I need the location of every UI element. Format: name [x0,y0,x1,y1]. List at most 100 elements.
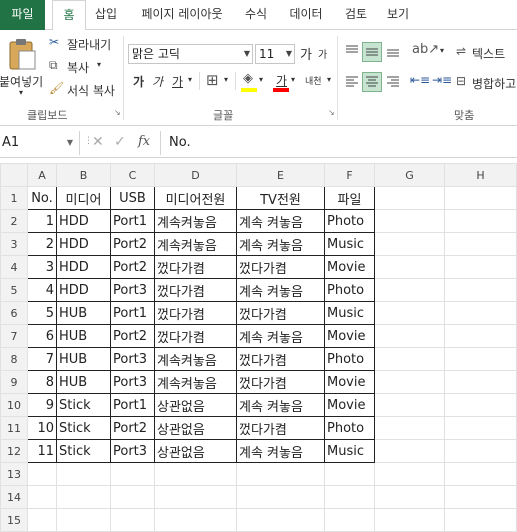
cell[interactable]: Photo [324,278,375,302]
cell[interactable]: 껐다가켬 [236,416,325,440]
merge-center-button[interactable]: ⊟ 병합하고 [455,72,517,92]
phonetic-button[interactable]: 내천 [305,74,322,87]
cell[interactable]: Music [324,301,375,325]
cell[interactable] [444,393,517,417]
format-painter-button[interactable]: 🖌 서식 복사 [48,80,123,98]
cell[interactable]: HUB [56,347,111,371]
cell[interactable]: 껐다가켬 [236,255,325,279]
cell[interactable]: 8 [27,370,57,394]
cell[interactable]: Port2 [110,255,155,279]
cell[interactable]: 껐다가켬 [236,347,325,371]
header-cell[interactable]: No. [27,186,57,210]
tab-file[interactable]: 파일 [0,0,45,30]
fill-color-button[interactable]: ◈ [240,70,258,92]
header-cell[interactable]: 파일 [324,186,375,210]
align-top-icon[interactable] [343,42,361,60]
wrap-text-button[interactable]: ⇌ 텍스트 [455,42,517,62]
column-header[interactable]: G [374,163,445,187]
cell[interactable] [154,485,237,509]
cell[interactable] [27,508,57,532]
cell[interactable]: 상관없음 [154,416,237,440]
cell[interactable]: 4 [27,278,57,302]
cell[interactable] [444,324,517,348]
decrease-indent-icon[interactable]: ⇤≡ [410,73,430,87]
cell[interactable]: 상관없음 [154,439,237,463]
row-header[interactable]: 4 [0,255,28,279]
cell[interactable]: 6 [27,324,57,348]
tab-formulas[interactable]: 수식 [238,0,274,30]
cell[interactable] [56,508,111,532]
cell[interactable] [236,462,325,486]
cell[interactable]: 계속 켜놓음 [236,278,325,302]
row-header[interactable]: 8 [0,347,28,371]
cell[interactable]: Movie [324,324,375,348]
row-header[interactable]: 11 [0,416,28,440]
font-color-button[interactable]: 가 [272,70,290,92]
cell[interactable] [27,485,57,509]
orientation-icon[interactable]: ab↗ [412,42,439,57]
cell[interactable]: Port2 [110,232,155,256]
cell[interactable] [374,255,445,279]
tab-review[interactable]: 검토 [338,0,374,30]
align-left-icon[interactable] [343,73,361,91]
cell[interactable] [374,301,445,325]
cell[interactable] [374,209,445,233]
cell[interactable]: HDD [56,278,111,302]
column-header[interactable]: B [56,163,111,187]
cell[interactable] [374,324,445,348]
underline-button[interactable]: 가 [172,73,183,90]
cell[interactable] [374,393,445,417]
font-name-select[interactable]: 맑은 고딕 ▼ [128,44,253,64]
cell[interactable]: HUB [56,324,111,348]
cell[interactable]: Music [324,232,375,256]
insert-function-icon[interactable]: fx [138,134,150,149]
cell[interactable] [444,462,517,486]
cell[interactable] [374,508,445,532]
cell[interactable]: 3 [27,255,57,279]
row-header[interactable]: 6 [0,301,28,325]
cell[interactable] [444,416,517,440]
align-middle-icon[interactable] [362,42,382,62]
tab-insert[interactable]: 삽입 [88,0,124,30]
cell[interactable] [374,370,445,394]
cell[interactable]: HUB [56,301,111,325]
cell[interactable] [324,485,375,509]
header-cell[interactable]: USB [110,186,155,210]
cell[interactable]: 1 [27,209,57,233]
cell[interactable]: 계속 켜놓음 [236,439,325,463]
cell[interactable]: 계속 켜놓음 [236,393,325,417]
cell[interactable]: Photo [324,209,375,233]
copy-button[interactable]: ⧉ 복사 ▾ [48,57,118,75]
cell[interactable]: 껐다가켬 [236,370,325,394]
bold-button[interactable]: 가 [133,73,144,90]
borders-icon[interactable]: ⊞ [206,71,219,89]
tab-page-layout[interactable]: 페이지 레이아웃 [132,0,232,30]
row-header[interactable]: 1 [0,186,28,210]
cell[interactable] [374,278,445,302]
cell[interactable]: 껐다가켬 [154,255,237,279]
cell[interactable]: Photo [324,347,375,371]
cell[interactable] [154,462,237,486]
row-header[interactable]: 9 [0,370,28,394]
tab-home[interactable]: 홈 [52,0,86,31]
cell[interactable]: HDD [56,255,111,279]
row-header[interactable]: 5 [0,278,28,302]
cell[interactable]: 계속켜놓음 [154,347,237,371]
cell[interactable] [444,255,517,279]
cell[interactable]: Stick [56,393,111,417]
cell[interactable]: 계속켜놓음 [154,370,237,394]
cell[interactable]: 계속 켜놓음 [236,324,325,348]
cell[interactable]: HDD [56,232,111,256]
shrink-font-button[interactable]: 가 [318,46,327,61]
cell[interactable]: 껐다가켬 [154,278,237,302]
cell[interactable] [374,485,445,509]
cell[interactable]: 9 [27,393,57,417]
tab-view[interactable]: 보기 [380,0,416,30]
enter-icon[interactable]: ✓ [114,134,126,150]
cell[interactable]: 계속 켜놓음 [236,209,325,233]
align-bottom-icon[interactable] [384,42,402,60]
header-cell[interactable]: 미디어전원 [154,186,237,210]
column-header[interactable]: A [27,163,57,187]
cell[interactable]: 상관없음 [154,393,237,417]
cell[interactable] [154,508,237,532]
